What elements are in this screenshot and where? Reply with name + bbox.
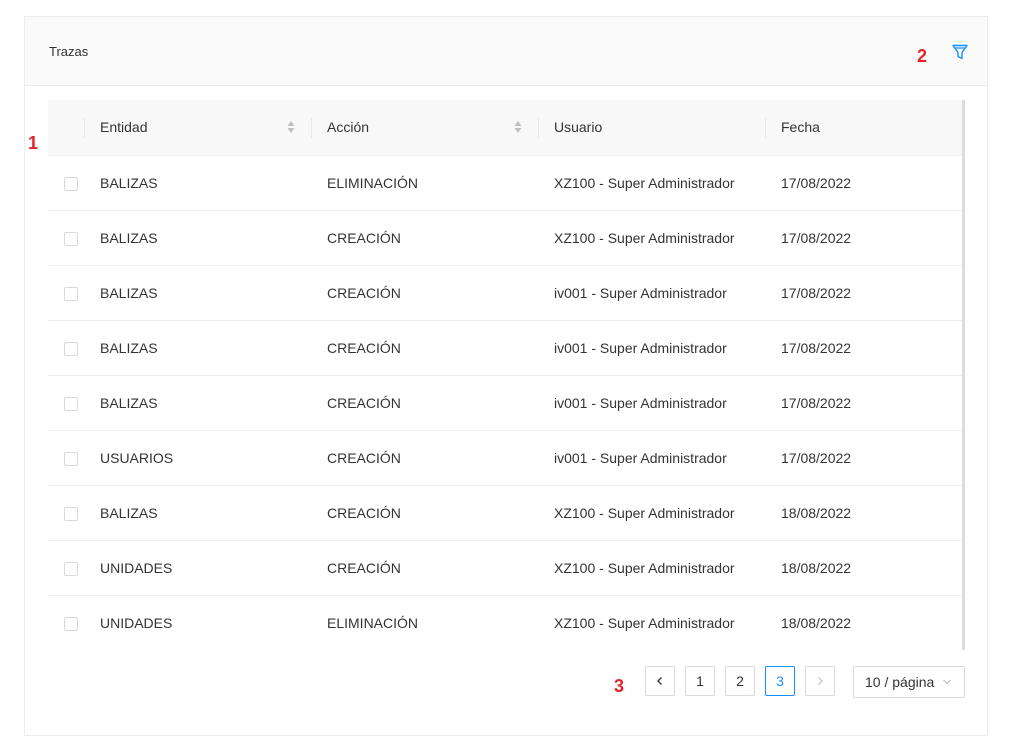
table-row[interactable]: UNIDADES CREACIÓN XZ100 - Super Administ… — [48, 540, 962, 596]
cell-usuario: iv001 - Super Administrador — [538, 265, 765, 321]
column-header-entidad[interactable]: Entidad — [84, 100, 311, 156]
filter-icon[interactable] — [950, 42, 970, 62]
cell-accion: CREACIÓN — [311, 375, 538, 431]
column-label: Fecha — [781, 119, 820, 136]
page-title: Trazas — [49, 44, 89, 59]
cell-fecha: 17/08/2022 — [765, 265, 962, 321]
cell-usuario: iv001 - Super Administrador — [538, 375, 765, 431]
column-header-fecha: Fecha — [765, 100, 962, 156]
cell-fecha: 17/08/2022 — [765, 155, 962, 211]
cell-entidad: BALIZAS — [84, 485, 311, 541]
table-header-row: Entidad Acción Usuario Fecha — [48, 100, 962, 156]
cell-usuario: XZ100 - Super Administrador — [538, 595, 765, 650]
select-column-header — [48, 100, 84, 156]
cell-usuario: XZ100 - Super Administrador — [538, 540, 765, 596]
column-header-accion[interactable]: Acción — [311, 100, 538, 156]
row-checkbox[interactable] — [64, 231, 78, 246]
cell-entidad: UNIDADES — [84, 540, 311, 596]
page-size-value: 10 / página — [865, 674, 935, 690]
chevron-down-icon — [943, 679, 951, 685]
cell-accion: CREACIÓN — [311, 210, 538, 266]
page-button-2[interactable]: 2 — [725, 666, 755, 696]
row-checkbox[interactable] — [64, 616, 78, 631]
table-row[interactable]: UNIDADES ELIMINACIÓN XZ100 - Super Admin… — [48, 595, 962, 650]
cell-fecha: 18/08/2022 — [765, 485, 962, 541]
cell-entidad: UNIDADES — [84, 595, 311, 650]
page-button-3[interactable]: 3 — [765, 666, 795, 696]
cell-accion: CREACIÓN — [311, 430, 538, 486]
cell-fecha: 18/08/2022 — [765, 595, 962, 650]
cell-usuario: XZ100 - Super Administrador — [538, 210, 765, 266]
column-header-usuario: Usuario — [538, 100, 765, 156]
column-label: Usuario — [554, 119, 603, 136]
annotation-marker-1: 1 — [28, 133, 39, 153]
column-label: Entidad — [100, 119, 148, 136]
column-label: Acción — [327, 119, 370, 136]
next-page-button[interactable] — [805, 666, 835, 696]
page-size-select[interactable]: 10 / página — [853, 666, 965, 698]
cell-fecha: 17/08/2022 — [765, 320, 962, 376]
cell-entidad: BALIZAS — [84, 155, 311, 211]
cell-entidad: BALIZAS — [84, 265, 311, 321]
pagination: 1 2 3 10 / página — [0, 666, 1015, 698]
row-checkbox[interactable] — [64, 451, 78, 466]
table-row[interactable]: BALIZAS CREACIÓN XZ100 - Super Administr… — [48, 485, 962, 541]
page-button-1[interactable]: 1 — [685, 666, 715, 696]
table-row[interactable]: BALIZAS CREACIÓN XZ100 - Super Administr… — [48, 210, 962, 266]
annotation-marker-2: 2 — [917, 46, 928, 66]
cell-accion: CREACIÓN — [311, 540, 538, 596]
table-row[interactable]: USUARIOS CREACIÓN iv001 - Super Administ… — [48, 430, 962, 486]
cell-entidad: BALIZAS — [84, 375, 311, 431]
chevron-right-icon — [818, 677, 823, 685]
sort-icon[interactable] — [287, 120, 295, 134]
cell-accion: ELIMINACIÓN — [311, 155, 538, 211]
cell-fecha: 17/08/2022 — [765, 210, 962, 266]
prev-page-button[interactable] — [645, 666, 675, 696]
row-checkbox[interactable] — [64, 176, 78, 191]
row-checkbox[interactable] — [64, 561, 78, 576]
cell-fecha: 17/08/2022 — [765, 375, 962, 431]
chevron-left-icon — [657, 677, 662, 685]
cell-entidad: USUARIOS — [84, 430, 311, 486]
cell-entidad: BALIZAS — [84, 210, 311, 266]
trazas-table: Entidad Acción Usuario Fecha BALIZAS ELI… — [48, 100, 965, 650]
cell-accion: ELIMINACIÓN — [311, 595, 538, 650]
row-checkbox[interactable] — [64, 506, 78, 521]
sort-icon[interactable] — [514, 120, 522, 134]
cell-usuario: iv001 - Super Administrador — [538, 320, 765, 376]
row-checkbox[interactable] — [64, 341, 78, 356]
table-row[interactable]: BALIZAS CREACIÓN iv001 - Super Administr… — [48, 320, 962, 376]
cell-entidad: BALIZAS — [84, 320, 311, 376]
table-row[interactable]: BALIZAS CREACIÓN iv001 - Super Administr… — [48, 375, 962, 431]
cell-usuario: iv001 - Super Administrador — [538, 430, 765, 486]
cell-accion: CREACIÓN — [311, 485, 538, 541]
cell-fecha: 17/08/2022 — [765, 430, 962, 486]
cell-accion: CREACIÓN — [311, 265, 538, 321]
cell-accion: CREACIÓN — [311, 320, 538, 376]
table-row[interactable]: BALIZAS CREACIÓN iv001 - Super Administr… — [48, 265, 962, 321]
card-header: Trazas — [25, 17, 987, 86]
row-checkbox[interactable] — [64, 286, 78, 301]
cell-usuario: XZ100 - Super Administrador — [538, 155, 765, 211]
table-row[interactable]: BALIZAS ELIMINACIÓN XZ100 - Super Admini… — [48, 155, 962, 211]
cell-fecha: 18/08/2022 — [765, 540, 962, 596]
cell-usuario: XZ100 - Super Administrador — [538, 485, 765, 541]
row-checkbox[interactable] — [64, 396, 78, 411]
